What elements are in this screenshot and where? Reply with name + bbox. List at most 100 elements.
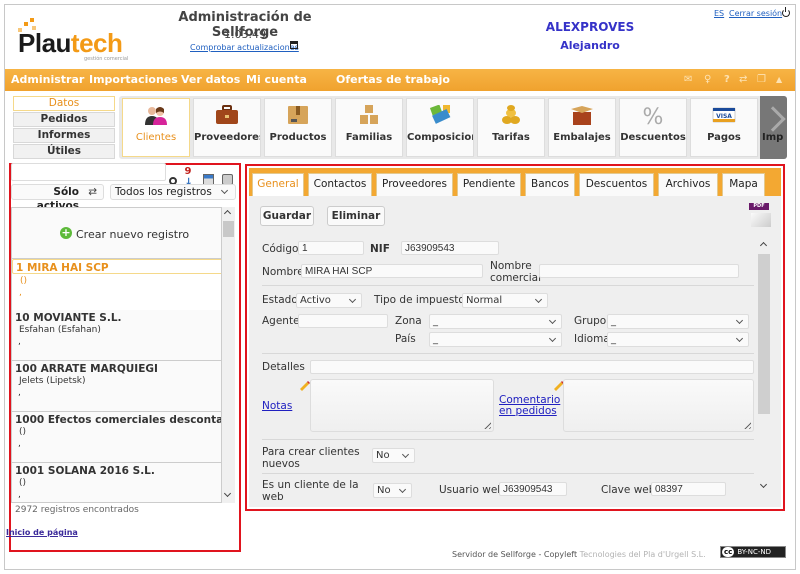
- module-pagos[interactable]: VISA Pagos: [690, 98, 758, 157]
- calendar-icon[interactable]: [290, 41, 298, 49]
- chevron-down-icon: [735, 316, 744, 325]
- resize-grip-icon[interactable]: [742, 420, 751, 429]
- list-scrollbar[interactable]: [222, 207, 235, 503]
- form-scroll-up[interactable]: [758, 240, 770, 250]
- records-filter-select[interactable]: Todos los registros: [110, 184, 236, 200]
- collapse-icon[interactable]: ▲: [776, 75, 782, 84]
- tab-proveedores[interactable]: Proveedores: [376, 173, 453, 196]
- cc-license-badge[interactable]: cc BY-NC-ND: [720, 546, 786, 558]
- list-search-input[interactable]: [11, 163, 166, 181]
- list-item[interactable]: 1 MIRA HAI SCP () ,: [12, 259, 221, 298]
- side-tab-informes[interactable]: Informes: [13, 128, 115, 143]
- language-link[interactable]: ES: [714, 9, 724, 18]
- cliente-web-select[interactable]: No: [373, 483, 412, 498]
- estado-select[interactable]: Activo: [296, 293, 362, 308]
- pais-select[interactable]: _: [429, 332, 562, 347]
- form-scrollbar-thumb[interactable]: [758, 254, 770, 414]
- menu-ofertas-trabajo[interactable]: Ofertas de trabajo: [336, 73, 450, 86]
- resize-grip-icon[interactable]: [482, 420, 491, 429]
- side-tab-pedidos[interactable]: Pedidos: [13, 112, 115, 127]
- user-login: ALEXPROVES: [545, 20, 635, 34]
- plautech-logo: Plautech gestión comercial: [10, 14, 140, 64]
- list-item[interactable]: 1000 Efectos comerciales descontados () …: [12, 412, 221, 463]
- notas-link[interactable]: Notas: [262, 400, 292, 412]
- detalles-field[interactable]: [310, 360, 754, 374]
- tab-contactos[interactable]: Contactos: [308, 173, 372, 196]
- module-familias[interactable]: Familias: [335, 98, 403, 157]
- clave-web-field[interactable]: [651, 482, 726, 496]
- side-tab-utiles[interactable]: Útiles: [13, 144, 115, 159]
- page-top-link[interactable]: Inicio de página: [6, 528, 78, 537]
- nombre-comercial-field[interactable]: [539, 264, 739, 278]
- tipo-impuestos-select[interactable]: Normal: [462, 293, 548, 308]
- save-button[interactable]: Guardar: [260, 206, 314, 226]
- tab-pendiente[interactable]: Pendiente: [457, 173, 521, 196]
- tab-general[interactable]: General: [252, 173, 304, 196]
- nif-field[interactable]: [401, 241, 499, 255]
- pdf-icon[interactable]: PDF: [749, 203, 773, 229]
- tab-descuentos[interactable]: Descuentos: [579, 173, 654, 196]
- briefcase-icon: [216, 105, 238, 124]
- form-scroll-down[interactable]: [758, 480, 770, 492]
- mail-icon[interactable]: ✉: [684, 74, 692, 85]
- sort-icon[interactable]: 9↓: [185, 166, 196, 188]
- idioma-select[interactable]: _: [607, 332, 749, 347]
- side-tab-datos[interactable]: Datos: [13, 96, 115, 111]
- box-icon: [288, 106, 308, 124]
- comentario-pedidos-textarea[interactable]: [563, 379, 754, 432]
- menu-mi-cuenta[interactable]: Mi cuenta: [246, 73, 307, 86]
- zona-select[interactable]: _: [429, 314, 562, 329]
- swap-icon[interactable]: ⇄: [739, 74, 747, 85]
- notas-textarea[interactable]: [310, 379, 494, 432]
- divider: [262, 439, 754, 440]
- usuario-web-field[interactable]: [499, 482, 567, 496]
- tab-mapa[interactable]: Mapa: [722, 173, 765, 196]
- menu-administrar[interactable]: Administrar: [11, 73, 84, 86]
- module-clientes[interactable]: Clientes: [122, 98, 190, 157]
- chevron-down-icon: [401, 450, 410, 459]
- scroll-up-icon[interactable]: [223, 209, 232, 218]
- module-embalajes[interactable]: Embalajes: [548, 98, 616, 157]
- only-active-toggle[interactable]: Sólo activos ⇄: [11, 184, 104, 212]
- help-icon[interactable]: ?: [724, 74, 730, 85]
- window-icon[interactable]: ❐: [757, 74, 766, 85]
- nombre-field[interactable]: [301, 264, 483, 278]
- chevron-down-icon: [735, 334, 744, 343]
- percent-icon: %: [643, 105, 664, 125]
- app-version: 1.03.49: [224, 28, 266, 41]
- module-proveedores[interactable]: Proveedores: [193, 98, 261, 157]
- module-descuentos[interactable]: % Descuentos: [619, 98, 687, 157]
- check-updates-link[interactable]: Comprobar actualizaciones: [190, 43, 299, 52]
- modules-next-button[interactable]: Imp: [760, 96, 787, 159]
- svg-text:%: %: [643, 105, 664, 125]
- visa-card-icon: VISA: [712, 107, 736, 123]
- module-composiciones[interactable]: Composiciones: [406, 98, 474, 157]
- lightbulb-icon[interactable]: ♀: [704, 74, 711, 85]
- create-record-button[interactable]: + Crear nuevo registro: [12, 208, 221, 259]
- module-productos[interactable]: Productos: [264, 98, 332, 157]
- clients-icon: [145, 107, 167, 125]
- general-form: Guardar Eliminar PDF Código NIF Nombre N…: [249, 196, 781, 507]
- svg-text:VISA: VISA: [716, 113, 732, 120]
- tab-bancos[interactable]: Bancos: [525, 173, 575, 196]
- menu-importaciones[interactable]: Importaciones: [89, 73, 178, 86]
- power-icon[interactable]: [782, 7, 790, 17]
- logout-link[interactable]: Cerrar sesión: [729, 9, 782, 18]
- list-item[interactable]: 100 ARRATE MARQUIEGI Jelets (Lipetsk) ,: [12, 361, 221, 412]
- delete-button[interactable]: Eliminar: [327, 206, 385, 226]
- agente-field[interactable]: [298, 314, 388, 328]
- pencil-icon[interactable]: [298, 379, 310, 391]
- comentario-pedidos-link[interactable]: Comentario en pedidos: [499, 395, 560, 417]
- grupo-select[interactable]: _: [607, 314, 749, 329]
- chevron-down-icon: [548, 334, 557, 343]
- scroll-down-icon[interactable]: [223, 489, 232, 498]
- codigo-field[interactable]: [298, 241, 364, 255]
- logo-dot: [30, 18, 34, 22]
- list-item[interactable]: 10 MOVIANTE S.L. Esfahan (Esfahan) ,: [12, 310, 221, 361]
- list-item[interactable]: 1001 SOLANA 2016 S.L. () ,: [12, 463, 221, 502]
- module-tarifas[interactable]: Tarifas: [477, 98, 545, 157]
- tab-archivos[interactable]: Archivos: [658, 173, 718, 196]
- para-crear-select[interactable]: No: [372, 448, 415, 463]
- menu-ver-datos[interactable]: Ver datos: [181, 73, 240, 86]
- scrollbar-thumb[interactable]: [223, 221, 234, 237]
